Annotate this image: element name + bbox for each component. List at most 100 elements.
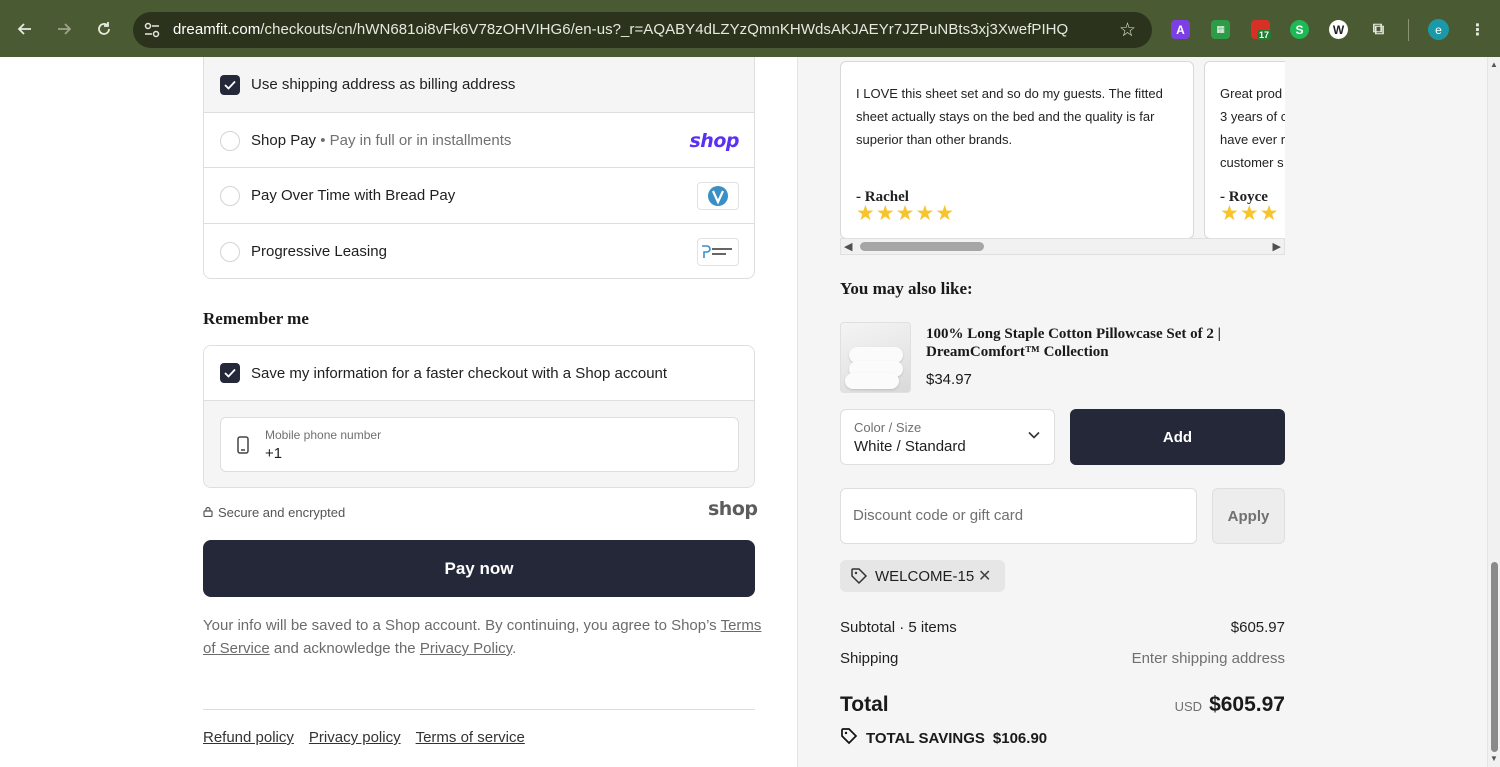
payment-option-shop-pay[interactable]: Shop Pay • Pay in full or in installment… <box>204 112 754 168</box>
subtotal-label: Subtotal · 5 items <box>840 619 957 636</box>
phone-value[interactable]: +1 <box>265 445 282 462</box>
pay-now-button[interactable]: Pay now <box>203 540 755 597</box>
progressive-leasing-radio[interactable] <box>220 241 240 262</box>
extension-badge: 17 <box>1257 30 1272 40</box>
extension-s-icon[interactable]: S <box>1290 20 1309 39</box>
discount-code-input[interactable] <box>853 507 1173 524</box>
billing-same-checkbox[interactable] <box>220 74 240 95</box>
save-info-row[interactable]: Save my information for a faster checkou… <box>204 346 754 401</box>
remember-me-heading: Remember me <box>203 309 309 328</box>
footer-links: Refund policy Privacy policy Terms of se… <box>203 729 525 746</box>
savings-tag-icon <box>840 727 858 749</box>
reviews-scrollbar[interactable]: ◀ ▶ <box>840 238 1285 255</box>
back-arrow-icon[interactable] <box>10 14 40 44</box>
total-value: $605.97 <box>1209 693 1285 716</box>
save-info-checkbox[interactable] <box>220 363 240 383</box>
savings-value: $106.90 <box>992 729 1048 747</box>
shipping-row: Shipping Enter shipping address <box>840 650 1285 667</box>
review-stars-icon: ★★★ <box>1220 202 1280 225</box>
mobile-phone-field[interactable]: Mobile phone number +1 <box>220 417 739 472</box>
payment-option-bread-pay[interactable]: Pay Over Time with Bread Pay <box>204 167 754 223</box>
shop-pay-label: Shop Pay • Pay in full or in installment… <box>251 132 512 149</box>
url-text: dreamfit.com/checkouts/cn/hWN681oi8vFk6V… <box>173 21 1069 38</box>
forward-arrow-icon[interactable] <box>49 14 79 44</box>
address-bar[interactable]: dreamfit.com/checkouts/cn/hWN681oi8vFk6V… <box>133 12 1152 48</box>
secure-notice: Secure and encrypted <box>203 505 345 520</box>
bread-pay-logo-icon <box>697 181 739 210</box>
extension-calendar-icon[interactable]: 17 <box>1251 20 1272 40</box>
discount-code-label: WELCOME-15 <box>875 568 975 585</box>
scroll-right-icon[interactable]: ▶ <box>1273 240 1281 253</box>
remove-discount-icon[interactable]: ✕ <box>978 566 991 586</box>
shipping-value: Enter shipping address <box>1131 650 1285 667</box>
apply-discount-button[interactable]: Apply <box>1212 488 1285 544</box>
upsell-product-price: $34.97 <box>926 371 972 388</box>
profile-avatar[interactable]: e <box>1428 19 1449 40</box>
review-stars-icon: ★★★★★ <box>856 202 956 225</box>
add-upsell-button[interactable]: Add <box>1070 409 1285 465</box>
tag-icon <box>850 567 868 590</box>
review-card: I LOVE this sheet set and so do my guest… <box>840 61 1194 239</box>
total-row: Total USD $605.97 <box>840 693 1285 717</box>
reviews-carousel: I LOVE this sheet set and so do my guest… <box>840 57 1285 255</box>
consent-text: Your info will be saved to a Shop accoun… <box>203 617 762 657</box>
scroll-up-icon[interactable]: ▲ <box>1490 60 1498 69</box>
subtotal-row: Subtotal · 5 items $605.97 <box>840 619 1285 636</box>
phone-label: Mobile phone number <box>265 428 382 442</box>
subtotal-value: $605.97 <box>1230 619 1285 636</box>
discount-code-field[interactable] <box>840 488 1197 544</box>
page-scrollbar[interactable]: ▲ ▼ <box>1487 57 1500 767</box>
privacy-policy-link[interactable]: Privacy Policy <box>420 640 512 657</box>
terms-of-service-footer-link[interactable]: Terms of service <box>416 729 525 746</box>
toolbar-separator <box>1408 19 1409 41</box>
upsell-product-name: 100% Long Staple Cotton Pillowcase Set o… <box>926 326 1221 360</box>
total-label: Total <box>840 693 889 716</box>
reload-icon[interactable] <box>89 14 119 44</box>
scroll-down-icon[interactable]: ▼ <box>1490 754 1498 763</box>
savings-label: TOTAL SAVINGS <box>866 729 985 747</box>
extension-w-icon[interactable]: W <box>1329 20 1348 39</box>
review-text: I LOVE this sheet set and so do my guest… <box>856 86 1163 147</box>
page-scroll-thumb[interactable] <box>1491 562 1498 752</box>
billing-same-row[interactable]: Use shipping address as billing address <box>204 57 754 112</box>
secure-text: Secure and encrypted <box>218 505 346 520</box>
remember-me-section: Save my information for a faster checkou… <box>203 345 755 488</box>
phone-area: Mobile phone number +1 <box>204 401 754 487</box>
applied-discount-tag: WELCOME-15 ✕ <box>840 560 1005 592</box>
progressive-leasing-logo-icon <box>697 237 739 266</box>
reviews-scroll-thumb[interactable] <box>860 242 984 251</box>
privacy-policy-footer-link[interactable]: Privacy policy <box>309 729 401 746</box>
shop-pay-radio[interactable] <box>220 130 240 151</box>
currency-code: USD <box>1174 699 1203 714</box>
browser-toolbar: dreamfit.com/checkouts/cn/hWN681oi8vFk6V… <box>0 0 1500 57</box>
color-size-select[interactable]: Color / Size White / Standard <box>840 409 1055 465</box>
payment-option-progressive-leasing[interactable]: Progressive Leasing <box>204 223 754 279</box>
total-savings: TOTAL SAVINGS $106.90 <box>840 727 1047 749</box>
bread-pay-label: Pay Over Time with Bread Pay <box>251 187 456 204</box>
refund-policy-link[interactable]: Refund policy <box>203 729 294 746</box>
scroll-left-icon[interactable]: ◀ <box>844 240 852 253</box>
extension-grid-icon[interactable]: ▦ <box>1211 20 1230 39</box>
save-info-label: Save my information for a faster checkou… <box>251 365 668 382</box>
color-size-value: White / Standard <box>854 438 966 455</box>
progressive-leasing-label: Progressive Leasing <box>251 243 387 260</box>
site-settings-icon[interactable] <box>143 21 161 39</box>
pillowcase-product-image <box>840 322 911 393</box>
color-size-label: Color / Size <box>854 420 922 435</box>
bookmark-star-icon[interactable]: ☆ <box>1119 19 1136 42</box>
phone-icon <box>237 436 249 459</box>
you-may-also-like-heading: You may also like: <box>840 279 973 298</box>
lock-icon <box>203 505 213 520</box>
bread-pay-radio[interactable] <box>220 185 240 206</box>
shop-pay-logo: shop <box>689 129 740 152</box>
review-card: Great prod 3 years of c have ever r cust… <box>1204 61 1285 239</box>
shipping-label: Shipping <box>840 650 899 667</box>
extensions-puzzle-icon[interactable]: ⧉ <box>1369 20 1388 39</box>
payment-methods: Use shipping address as billing address … <box>203 57 755 279</box>
review-text: Great prod 3 years of c have ever r cust… <box>1220 86 1285 170</box>
extension-a-icon[interactable]: A <box>1171 20 1190 39</box>
footer-divider <box>203 709 755 710</box>
checkout-main: Use shipping address as billing address … <box>0 57 797 767</box>
menu-kebab-icon[interactable]: ⋮ <box>1468 20 1487 39</box>
chevron-down-icon <box>1028 428 1040 442</box>
